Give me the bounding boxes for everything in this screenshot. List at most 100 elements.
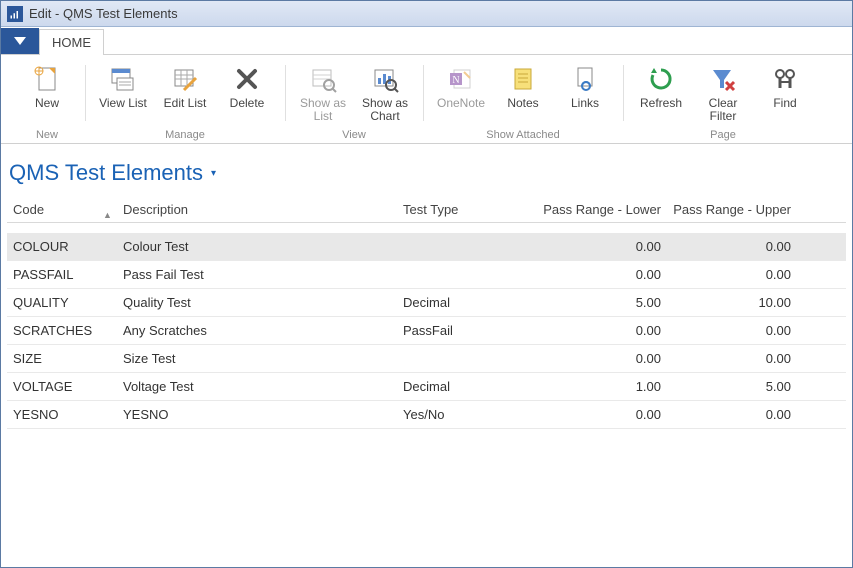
delete-button[interactable]: Delete (219, 61, 275, 127)
cell-ttype: PassFail (397, 323, 537, 338)
cell-code: QUALITY (7, 295, 117, 310)
cell-upper: 5.00 (667, 379, 797, 394)
find-label: Find (773, 97, 796, 125)
ribbon-group-view: Show as List Show as Chart View (285, 61, 423, 141)
delete-label: Delete (230, 97, 265, 125)
column-header-test-type[interactable]: Test Type (397, 202, 537, 218)
cell-ttype (397, 351, 537, 366)
column-header-description[interactable]: Description (117, 202, 397, 218)
cell-upper: 0.00 (667, 267, 797, 282)
show-as-list-icon (307, 63, 339, 95)
new-button[interactable]: New (19, 61, 75, 127)
title-bar: Edit - QMS Test Elements (1, 1, 852, 27)
cell-upper: 0.00 (667, 323, 797, 338)
notes-label: Notes (507, 97, 538, 125)
grid-body: COLOURColour Test0.000.00PASSFAILPass Fa… (7, 233, 846, 429)
links-button[interactable]: Links (557, 61, 613, 127)
show-as-chart-label: Show as Chart (359, 97, 411, 125)
table-row[interactable]: SCRATCHESAny ScratchesPassFail0.000.00 (7, 317, 846, 345)
find-icon (769, 63, 801, 95)
cell-ttype: Yes/No (397, 407, 537, 422)
column-header-pass-lower[interactable]: Pass Range - Lower (537, 202, 667, 218)
refresh-icon (645, 63, 677, 95)
view-list-button[interactable]: View List (95, 61, 151, 127)
cell-desc: YESNO (117, 407, 397, 422)
notes-icon (507, 63, 539, 95)
cell-lower: 1.00 (537, 379, 667, 394)
new-label: New (35, 97, 59, 125)
svg-text:N: N (452, 75, 459, 86)
cell-desc: Colour Test (117, 239, 397, 254)
links-icon (569, 63, 601, 95)
links-label: Links (571, 97, 599, 125)
cell-upper: 0.00 (667, 407, 797, 422)
ribbon: New New View List Edit List (1, 55, 852, 144)
cell-lower: 5.00 (537, 295, 667, 310)
cell-lower: 0.00 (537, 323, 667, 338)
find-button[interactable]: Find (757, 61, 813, 127)
cell-code: VOLTAGE (7, 379, 117, 394)
app-icon (7, 6, 23, 22)
onenote-label: OneNote (437, 97, 485, 125)
table-row[interactable]: VOLTAGEVoltage TestDecimal1.005.00 (7, 373, 846, 401)
show-as-list-button[interactable]: Show as List (295, 61, 351, 127)
show-as-chart-icon (369, 63, 401, 95)
cell-upper: 10.00 (667, 295, 797, 310)
cell-ttype: Decimal (397, 379, 537, 394)
ribbon-group-show-attached: N OneNote Notes Links Show Attached (423, 61, 623, 141)
page-title: QMS Test Elements (9, 160, 203, 186)
onenote-button[interactable]: N OneNote (433, 61, 489, 127)
column-header-pass-upper[interactable]: Pass Range - Upper (667, 202, 797, 218)
ribbon-group-new: New New (9, 61, 85, 141)
cell-desc: Size Test (117, 351, 397, 366)
refresh-label: Refresh (640, 97, 682, 125)
edit-list-label: Edit List (164, 97, 207, 125)
ribbon-group-label-show-attached: Show Attached (486, 129, 559, 141)
cell-ttype: Decimal (397, 295, 537, 310)
clear-filter-icon (707, 63, 739, 95)
view-list-icon (107, 63, 139, 95)
tab-strip: HOME (1, 27, 852, 55)
refresh-button[interactable]: Refresh (633, 61, 689, 127)
ribbon-group-manage: View List Edit List Delete Manage (85, 61, 285, 141)
table-row[interactable]: YESNOYESNOYes/No0.000.00 (7, 401, 846, 429)
show-as-chart-button[interactable]: Show as Chart (357, 61, 413, 127)
cell-code: SCRATCHES (7, 323, 117, 338)
cell-desc: Voltage Test (117, 379, 397, 394)
edit-list-button[interactable]: Edit List (157, 61, 213, 127)
cell-desc: Any Scratches (117, 323, 397, 338)
cell-ttype (397, 239, 537, 254)
cell-desc: Pass Fail Test (117, 267, 397, 282)
table-row[interactable]: SIZESize Test0.000.00 (7, 345, 846, 373)
file-tab[interactable] (1, 28, 39, 54)
ribbon-group-label-view: View (342, 129, 366, 141)
table-row[interactable]: QUALITYQuality TestDecimal5.0010.00 (7, 289, 846, 317)
cell-lower: 0.00 (537, 267, 667, 282)
table-row[interactable]: COLOURColour Test 0.000.00 (7, 233, 846, 261)
delete-icon (231, 63, 263, 95)
cell-lower: 0.00 (537, 351, 667, 366)
show-as-list-label: Show as List (297, 97, 349, 125)
data-grid: Code Description Test Type Pass Range - … (1, 196, 852, 429)
onenote-icon: N (445, 63, 477, 95)
page-title-dropdown-icon[interactable]: ▾ (211, 168, 216, 179)
page-title-bar: QMS Test Elements ▾ (1, 144, 852, 196)
ribbon-group-label-new: New (36, 129, 58, 141)
cell-lower: 0.00 (537, 407, 667, 422)
ribbon-group-page: Refresh Clear Filter Find Page (623, 61, 823, 141)
new-icon (31, 63, 63, 95)
ribbon-group-label-manage: Manage (165, 129, 205, 141)
cell-upper: 0.00 (667, 239, 797, 254)
cell-code: COLOUR (7, 239, 117, 254)
cell-code: SIZE (7, 351, 117, 366)
clear-filter-button[interactable]: Clear Filter (695, 61, 751, 127)
ribbon-group-label-page: Page (710, 129, 736, 141)
table-row[interactable]: PASSFAILPass Fail Test 0.000.00 (7, 261, 846, 289)
cell-lower: 0.00 (537, 239, 667, 254)
notes-button[interactable]: Notes (495, 61, 551, 127)
column-header-code[interactable]: Code (7, 202, 117, 218)
cell-ttype (397, 267, 537, 282)
cell-code: PASSFAIL (7, 267, 117, 282)
window-title: Edit - QMS Test Elements (29, 6, 178, 21)
tab-home[interactable]: HOME (39, 29, 104, 55)
